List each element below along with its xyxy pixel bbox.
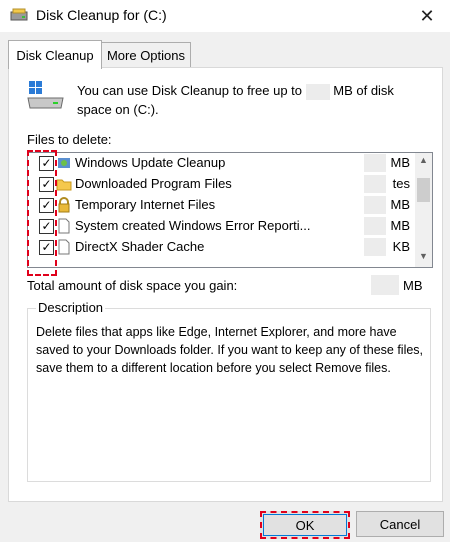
total-label: Total amount of disk space you gain: <box>27 278 238 293</box>
scroll-up-icon[interactable]: ▲ <box>415 155 432 169</box>
disk-cleanup-icon <box>10 7 28 23</box>
scrollbar[interactable]: ▲ ▼ <box>415 153 432 267</box>
description-group: Description Delete files that apps like … <box>27 300 431 482</box>
disk-cleanup-panel: You can use Disk Cleanup to free up to M… <box>8 67 443 502</box>
list-item[interactable]: ✓ Downloaded Program Files tes <box>28 174 414 195</box>
description-title: Description <box>36 300 106 315</box>
redacted-value <box>371 275 399 295</box>
redacted-value <box>364 175 386 193</box>
folder-icon <box>56 176 72 192</box>
redacted-value <box>364 154 386 172</box>
close-button[interactable]: ✕ <box>404 0 450 32</box>
file-icon <box>56 218 72 234</box>
total-unit: MB <box>403 278 423 293</box>
list-item[interactable]: ✓ Temporary Internet Files MB <box>28 195 414 216</box>
list-item[interactable]: ✓ Windows Update Cleanup MB <box>28 153 414 174</box>
list-item[interactable]: ✓ System created Windows Error Reporti..… <box>28 216 414 237</box>
intro-text: You can use Disk Cleanup to free up to M… <box>77 83 394 117</box>
close-icon: ✕ <box>419 5 435 26</box>
title-bar: Disk Cleanup for (C:) ✕ <box>0 0 450 32</box>
ok-button[interactable]: OK <box>260 511 350 539</box>
cancel-button[interactable]: Cancel <box>356 511 444 537</box>
redacted-value <box>364 196 386 214</box>
tab-disk-cleanup[interactable]: Disk Cleanup <box>8 40 102 69</box>
redacted-value <box>364 217 386 235</box>
redacted-value <box>305 83 330 100</box>
scroll-thumb[interactable] <box>417 178 430 202</box>
tab-more-options[interactable]: More Options <box>101 42 191 67</box>
redacted-value <box>364 238 386 256</box>
checkbox-highlight <box>27 150 57 276</box>
description-text: Delete files that apps like Edge, Intern… <box>36 325 424 375</box>
files-listbox[interactable]: ✓ Windows Update Cleanup MB ✓ Downloaded… <box>27 152 433 268</box>
list-item[interactable]: ✓ DirectX Shader Cache KB <box>28 237 414 258</box>
files-to-delete-label: Files to delete: <box>27 132 112 147</box>
window-title: Disk Cleanup for (C:) <box>36 7 167 23</box>
lock-icon <box>56 197 72 213</box>
windows-update-icon <box>56 155 72 171</box>
hard-drive-icon <box>27 80 65 110</box>
scroll-down-icon[interactable]: ▼ <box>415 251 432 265</box>
file-icon <box>56 239 72 255</box>
